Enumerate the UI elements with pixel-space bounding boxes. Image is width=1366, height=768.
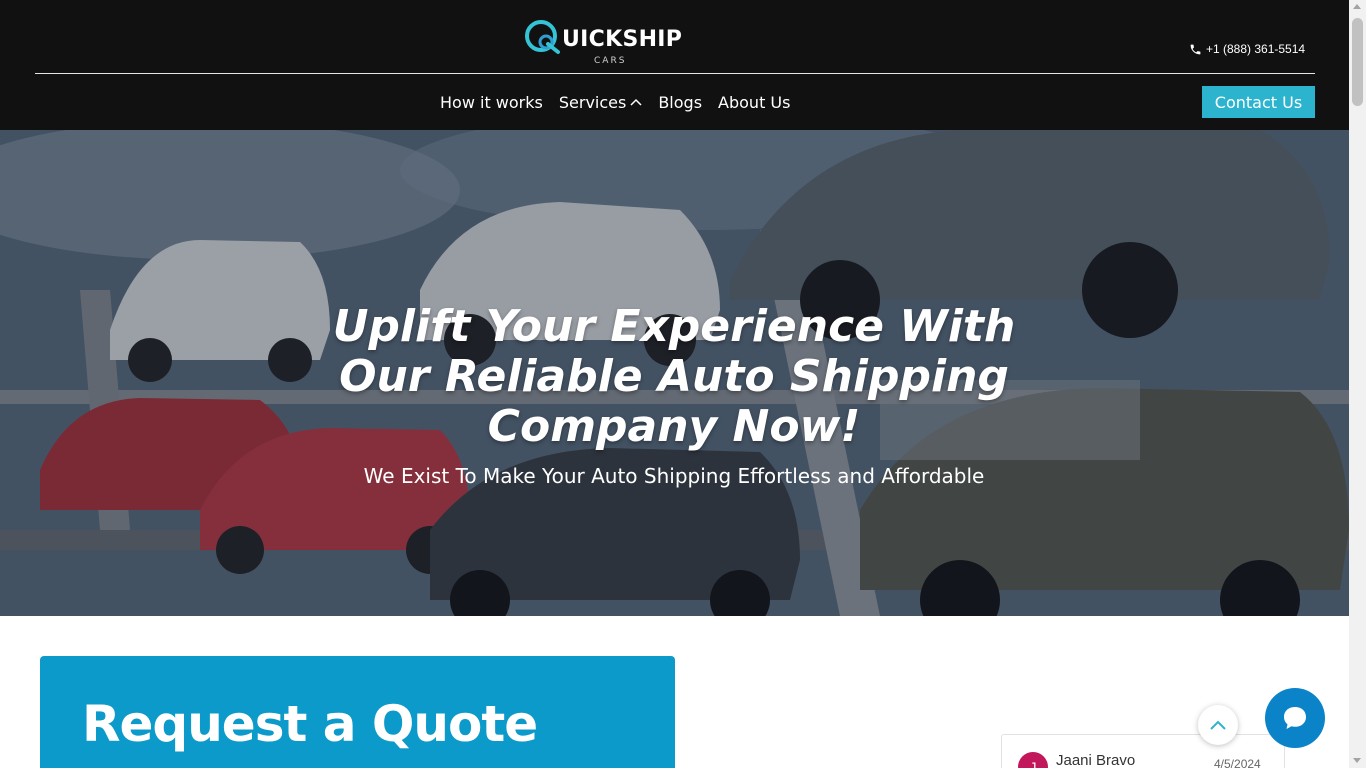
chevron-up-icon bbox=[630, 98, 642, 106]
phone-link[interactable]: +1 (888) 361-5514 bbox=[1189, 41, 1305, 57]
hero-subtitle: We Exist To Make Your Auto Shipping Effo… bbox=[363, 464, 985, 488]
nav-blogs[interactable]: Blogs bbox=[658, 93, 702, 112]
reviewer-name: Jaani Bravo bbox=[1056, 752, 1136, 768]
nav-label: Blogs bbox=[658, 92, 703, 112]
logo-text: UICKSHIP bbox=[562, 27, 683, 52]
scroll-down-arrow-icon[interactable] bbox=[1353, 758, 1361, 763]
hero-title: Uplift Your Experience With Our Reliable… bbox=[224, 302, 1124, 452]
site-header: UICKSHIP CARS +1 (888) 361-5514 How it w… bbox=[0, 0, 1349, 130]
hero-title-line: Company Now! bbox=[487, 401, 861, 452]
scroll-to-top-button[interactable] bbox=[1198, 705, 1238, 745]
nav-about-us[interactable]: About Us bbox=[718, 93, 790, 112]
nav-label: About Us bbox=[718, 92, 791, 112]
contact-us-button[interactable]: Contact Us bbox=[1202, 86, 1315, 118]
chat-widget-button[interactable] bbox=[1265, 688, 1325, 748]
request-quote-card: Request a Quote bbox=[40, 656, 675, 768]
logo[interactable]: UICKSHIP CARS bbox=[522, 18, 704, 66]
review-card[interactable]: J Jaani Bravo 4/5/2024 bbox=[1001, 734, 1285, 768]
chat-bubble-icon bbox=[1284, 707, 1306, 729]
review-date: 4/5/2024 bbox=[1214, 757, 1261, 768]
logo-subtext: CARS bbox=[594, 56, 627, 66]
page-scrollbar[interactable] bbox=[1349, 0, 1366, 768]
phone-number: +1 (888) 361-5514 bbox=[1206, 42, 1306, 56]
nav-label: How it works bbox=[440, 92, 543, 112]
scroll-thumb[interactable] bbox=[1352, 18, 1363, 106]
phone-icon bbox=[1190, 44, 1201, 54]
logo-q-icon bbox=[525, 20, 560, 54]
nav-how-it-works[interactable]: How it works bbox=[440, 93, 543, 112]
avatar: J bbox=[1018, 752, 1048, 768]
nav-label: Services bbox=[558, 92, 627, 112]
header-divider bbox=[35, 73, 1315, 74]
hero-title-line: Our Reliable Auto Shipping bbox=[339, 351, 1009, 402]
hero-banner: Uplift Your Experience With Our Reliable… bbox=[0, 130, 1349, 616]
main-nav: How it works Services Blogs About Us bbox=[440, 88, 790, 116]
nav-services[interactable]: Services bbox=[559, 93, 642, 112]
scroll-up-arrow-icon[interactable] bbox=[1353, 4, 1361, 9]
hero-title-line: Uplift Your Experience With bbox=[332, 301, 1016, 352]
chevron-up-icon bbox=[1210, 720, 1226, 730]
request-quote-title: Request a Quote bbox=[82, 695, 538, 753]
